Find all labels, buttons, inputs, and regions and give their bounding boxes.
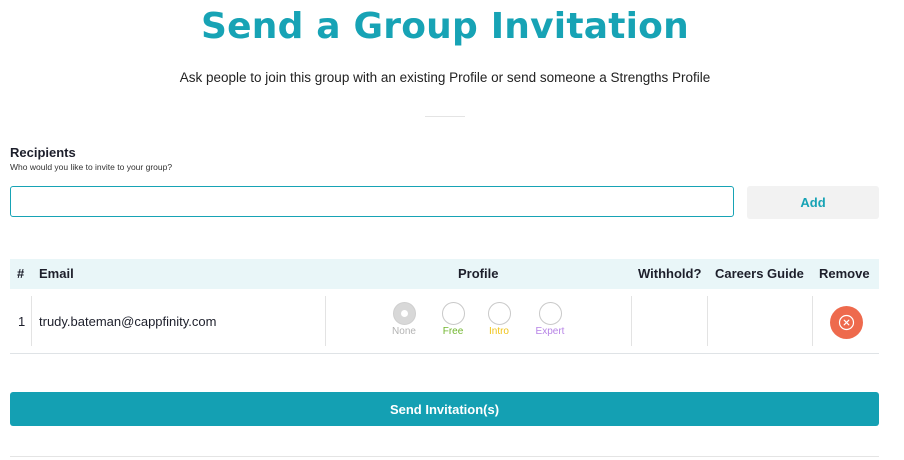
profile-radio-none[interactable] [393,302,416,325]
column-header-careers-guide: Careers Guide [715,266,804,281]
footer-divider [10,456,879,457]
column-header-email: Email [39,266,74,281]
remove-row-button[interactable] [830,306,863,339]
column-header-profile: Profile [458,266,499,281]
send-invitations-button[interactable]: Send Invitation(s) [10,392,879,426]
add-button[interactable]: Add [747,186,879,219]
page-subtitle: Ask people to join this group with an ex… [179,70,711,85]
profile-label-expert: Expert [535,326,565,337]
cell-divider [31,296,32,346]
profile-label-intro: Intro [488,326,509,337]
recipient-input[interactable] [10,186,734,217]
profile-label-none: None [392,326,416,337]
cell-divider [325,296,326,346]
profile-radio-free[interactable] [442,302,465,325]
profile-label-free: Free [442,326,464,337]
page-title: Send a Group Invitation [201,6,689,47]
recipients-label: Recipients [10,145,76,160]
table-row: 1 trudy.bateman@cappfinity.com None Free… [10,290,879,354]
column-header-withhold: Withhold? [638,266,702,281]
column-header-remove: Remove [819,266,870,281]
profile-radio-intro[interactable] [488,302,511,325]
row-number: 1 [18,314,26,329]
close-circle-icon [838,314,855,331]
cell-divider [707,296,708,346]
divider [425,116,465,117]
cell-divider [631,296,632,346]
table-header: # Email Profile Withhold? Careers Guide … [10,259,879,289]
row-email: trudy.bateman@cappfinity.com [39,314,217,329]
cell-divider [812,296,813,346]
column-header-number: # [17,266,25,281]
profile-radio-expert[interactable] [539,302,562,325]
recipients-help-text: Who would you like to invite to your gro… [10,162,173,172]
